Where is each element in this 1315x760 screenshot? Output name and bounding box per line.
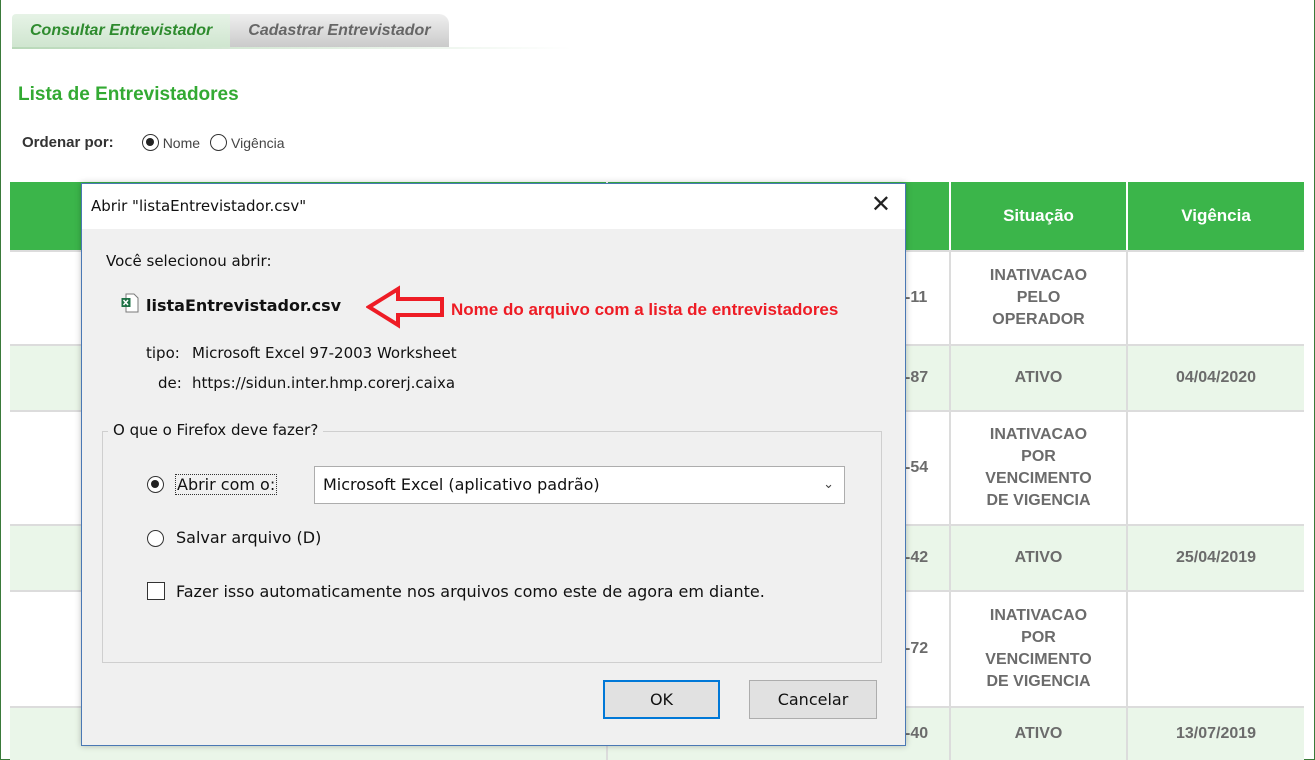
file-source-value: https://sidun.inter.hmp.corerj.caixa [192, 374, 456, 392]
cell-situacao: ATIVO [949, 526, 1126, 590]
situacao-line: POR [1021, 629, 1056, 646]
table-cell-num: -40 [905, 725, 929, 742]
situacao-line: PELO [1016, 289, 1061, 306]
table-cell-num: -72 [905, 640, 929, 657]
tab-underline [12, 47, 572, 49]
file-type-label: tipo: [146, 344, 180, 362]
situacao-line: POR [1021, 448, 1056, 465]
save-file-label[interactable]: Salvar arquivo (D) [176, 528, 321, 547]
sort-option-nome-label: Nome [162, 134, 201, 151]
radio-open-with[interactable] [147, 476, 164, 493]
chevron-down-icon: ⌄ [823, 477, 834, 492]
tab-cadastrar-entrevistador[interactable]: Cadastrar Entrevistador [230, 14, 449, 48]
cell-vigencia [1126, 252, 1304, 344]
sort-option-nome[interactable]: Nome [141, 134, 201, 151]
file-type-value: Microsoft Excel 97-2003 Worksheet [192, 344, 457, 362]
section-title: Lista de Entrevistadores [18, 84, 239, 105]
file-source-label: de: [158, 374, 182, 392]
you-selected-label: Você selecionou abrir: [106, 252, 272, 270]
cell-situacao: ATIVO [949, 708, 1126, 760]
situacao-line: VENCIMENTO [985, 470, 1092, 487]
red-arrow [366, 285, 444, 329]
tab-bar: Consultar Entrevistador Cadastrar Entrev… [12, 14, 449, 48]
table-cell-num: -54 [905, 459, 929, 476]
action-group-title: O que o Firefox deve fazer? [108, 421, 324, 439]
sort-options: Ordenar por: Nome Vigência [22, 134, 295, 151]
cell-situacao: INATIVACAO POR VENCIMENTO DE VIGENCIA [949, 412, 1126, 524]
cell-situacao: INATIVACAO POR VENCIMENTO DE VIGENCIA [949, 592, 1126, 706]
situacao-line: OPERADOR [992, 311, 1085, 328]
situacao-line: INATIVACAO [989, 267, 1088, 284]
situacao-line: DE VIGENCIA [986, 492, 1091, 509]
sort-option-vigencia-label: Vigência [231, 134, 285, 151]
tab-consultar-entrevistador[interactable]: Consultar Entrevistador [12, 14, 231, 48]
cell-vigencia [1126, 412, 1304, 524]
open-with-label[interactable]: Abrir com o: [174, 474, 278, 495]
header-vigencia[interactable]: Vigência [1126, 182, 1304, 250]
sort-option-vigencia[interactable]: Vigência [210, 134, 285, 151]
radio-nome[interactable] [141, 134, 159, 151]
cell-situacao: INATIVACAO PELO OPERADOR [949, 252, 1126, 344]
cell-vigencia [1126, 592, 1304, 706]
auto-action-checkbox[interactable] [147, 582, 165, 600]
application-select-value: Microsoft Excel (aplicativo padrão) [323, 475, 600, 494]
situacao-line: INATIVACAO [989, 426, 1088, 443]
radio-vigencia[interactable] [210, 134, 228, 151]
sort-label: Ordenar por: [22, 134, 114, 151]
cell-vigencia: 13/07/2019 [1126, 708, 1304, 760]
situacao-line: INATIVACAO [989, 607, 1088, 624]
cancel-button[interactable]: Cancelar [749, 680, 877, 719]
cell-vigencia: 25/04/2019 [1126, 526, 1304, 590]
situacao-line: DE VIGENCIA [986, 673, 1091, 690]
cell-situacao: ATIVO [949, 346, 1126, 410]
header-situacao[interactable]: Situação [949, 182, 1126, 250]
ok-button[interactable]: OK [603, 680, 720, 719]
application-select[interactable]: Microsoft Excel (aplicativo padrão) ⌄ [314, 466, 845, 504]
dialog-title: Abrir "listaEntrevistador.csv" [91, 197, 307, 215]
auto-action-label[interactable]: Fazer isso automaticamente nos arquivos … [176, 582, 765, 601]
close-icon[interactable]: ✕ [871, 192, 891, 216]
open-with-option[interactable]: Abrir com o: [174, 474, 278, 495]
table-cell-num: -87 [905, 369, 929, 386]
file-name: listaEntrevistador.csv [146, 296, 342, 315]
dialog-titlebar: Abrir "listaEntrevistador.csv" ✕ [82, 184, 905, 229]
annotation-text: Nome do arquivo com a lista de entrevist… [451, 300, 839, 319]
situacao-line: VENCIMENTO [985, 651, 1092, 668]
excel-file-icon [121, 293, 139, 313]
table-cell-num: -42 [905, 549, 929, 566]
table-cell-num: -11 [905, 289, 928, 306]
cell-vigencia: 04/04/2020 [1126, 346, 1304, 410]
open-file-dialog: Abrir "listaEntrevistador.csv" ✕ Você se… [81, 183, 906, 746]
radio-save-file[interactable] [147, 530, 164, 547]
